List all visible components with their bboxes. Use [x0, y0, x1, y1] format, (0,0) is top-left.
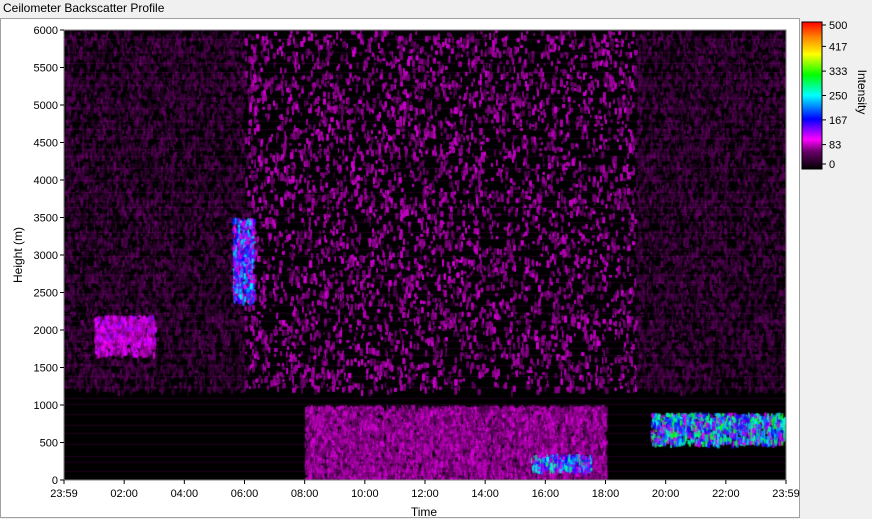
- y-tick-label: 2500: [34, 288, 58, 300]
- y-tick-label: 3500: [34, 213, 58, 225]
- x-tick-label: 22:00: [712, 488, 740, 500]
- colorbar-tick-label: 83: [829, 140, 841, 152]
- x-tick-label: 23:59: [772, 488, 800, 500]
- x-tick-label: 12:00: [411, 488, 439, 500]
- x-tick-label: 18:00: [592, 488, 620, 500]
- y-tick-label: 4500: [34, 138, 58, 150]
- x-tick-label: 06:00: [231, 488, 259, 500]
- x-tick-label: 16:00: [532, 488, 560, 500]
- y-tick-label: 4000: [34, 175, 58, 187]
- y-tick-label: 5000: [34, 100, 58, 112]
- y-tick-label: 1500: [34, 363, 58, 375]
- colorbar-gradient: [801, 21, 823, 170]
- x-tick-label: 04:00: [171, 488, 199, 500]
- colorbar-tick-label: 500: [829, 20, 847, 32]
- x-tick-label: 08:00: [291, 488, 319, 500]
- x-axis: 23:59 02:00 04:00 06:00 08:00 10:00 12:00 14:00…: [50, 480, 800, 500]
- x-tick-label: 10:00: [351, 488, 379, 500]
- y-tick-label: 2000: [34, 325, 58, 337]
- x-tick-label: 14:00: [471, 488, 499, 500]
- colorbar-ticks: 0 83 167 250 333 417 500: [822, 20, 847, 171]
- colorbar-tick-label: 167: [829, 115, 847, 127]
- x-tick-label: 20:00: [652, 488, 680, 500]
- y-tick-label: 1000: [34, 400, 58, 412]
- colorbar: 0 83 167 250 333 417 500 Intensity: [801, 20, 869, 171]
- y-tick-label: 500: [40, 438, 58, 450]
- y-tick-label: 5500: [34, 63, 58, 75]
- colorbar-tick-label: 250: [829, 91, 847, 103]
- y-tick-label: 0: [52, 475, 58, 487]
- y-axis: 0 500 1000 1500 2000 2500 3000 3500 4000 4500 5000…: [34, 25, 64, 487]
- chart-axes: 0500100015002000250030003500400045005000…: [11, 20, 869, 519]
- colorbar-tick-label: 417: [829, 41, 847, 53]
- colorbar-tick-label: 333: [829, 66, 847, 78]
- y-tick-label: 3000: [34, 250, 58, 262]
- x-axis-title: Time: [411, 505, 438, 519]
- y-tick-label: 6000: [34, 25, 58, 37]
- x-tick-label: 23:59: [50, 488, 78, 500]
- plot-border: [63, 29, 787, 481]
- y-axis-title: Height (m): [11, 227, 25, 283]
- x-tick-label: 02:00: [110, 488, 138, 500]
- colorbar-tick-label: 0: [829, 159, 835, 171]
- colorbar-title: Intensity: [855, 70, 869, 115]
